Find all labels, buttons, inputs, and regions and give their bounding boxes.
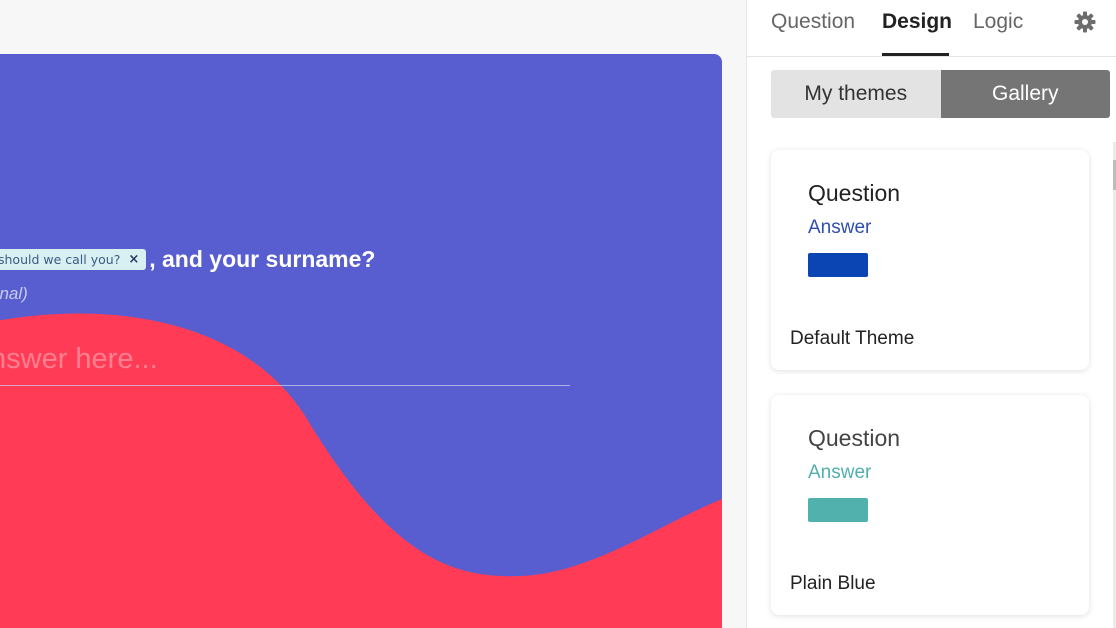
my-themes-button[interactable]: My themes: [771, 70, 941, 118]
theme-question-sample: Question: [808, 180, 901, 206]
theme-card-plain-blue[interactable]: Question Answer Plain Blue: [771, 395, 1089, 615]
close-icon[interactable]: ×: [128, 252, 139, 267]
tab-logic[interactable]: Logic: [973, 10, 1023, 34]
theme-button-swatch: [808, 498, 868, 522]
panel-tabs: Question Design Logic: [747, 0, 1116, 57]
answer-input[interactable]: [0, 334, 570, 386]
optional-label: onal): [0, 284, 28, 303]
theme-button-swatch: [808, 253, 868, 277]
recall-tag-label: should we call you?: [0, 252, 121, 267]
theme-name: Plain Blue: [790, 573, 876, 594]
form-preview: should we call you? × , and your surname…: [0, 0, 746, 628]
theme-source-toggle: My themes Gallery: [771, 70, 1110, 118]
preview-canvas: should we call you? × , and your surname…: [0, 54, 722, 628]
active-tab-indicator: [882, 53, 949, 56]
gear-icon[interactable]: [1073, 10, 1097, 40]
theme-question-sample: Question: [808, 425, 901, 451]
theme-answer-sample: Answer: [808, 217, 872, 238]
question-text: should we call you? × , and your surname…: [0, 246, 375, 273]
theme-card-default[interactable]: Question Answer Default Theme: [771, 150, 1089, 370]
tab-question[interactable]: Question: [771, 10, 855, 34]
theme-answer-sample: Answer: [808, 462, 872, 483]
question-rest: , and your surname?: [149, 246, 376, 272]
recall-tag[interactable]: should we call you? ×: [0, 249, 147, 270]
theme-name: Default Theme: [790, 328, 915, 349]
design-panel: Question Design Logic My themes Gallery …: [746, 0, 1116, 628]
gallery-button[interactable]: Gallery: [940, 70, 1110, 118]
tab-design[interactable]: Design: [882, 10, 952, 34]
